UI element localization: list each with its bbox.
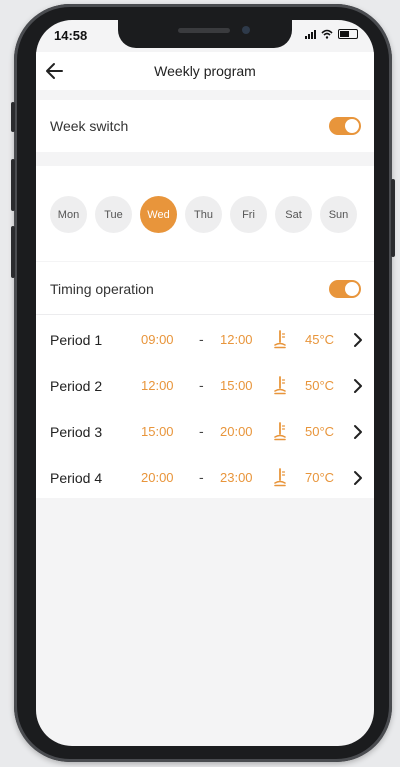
period-label: Period 2 (50, 378, 103, 394)
period-start-time[interactable]: 12:00 (141, 378, 174, 393)
power-button (391, 179, 395, 257)
app-screen: 14:58 Weekly program Week switch Mon Tue W… (36, 20, 374, 746)
period-row[interactable]: Period 2 12:00 - 15:00 50°C (36, 364, 374, 410)
period-end-time[interactable]: 15:00 (220, 378, 253, 393)
chevron-right-icon[interactable] (352, 466, 364, 490)
period-end-time[interactable]: 12:00 (220, 332, 253, 347)
thermometer-icon (274, 376, 286, 395)
thermometer-icon (274, 330, 286, 349)
period-label: Period 3 (50, 424, 103, 440)
period-row[interactable]: Period 3 15:00 - 20:00 50°C (36, 410, 374, 456)
period-temperature[interactable]: 50°C (305, 424, 334, 439)
thermometer-icon (274, 422, 286, 441)
period-separator: - (199, 469, 204, 485)
day-selector: Mon Tue Wed Thu Fri Sat Sun (36, 166, 374, 261)
page-title: Weekly program (154, 63, 256, 79)
day-wed[interactable]: Wed (140, 196, 177, 233)
week-switch-row: Week switch (36, 100, 374, 152)
period-temperature[interactable]: 45°C (305, 332, 334, 347)
notch (118, 20, 292, 48)
period-label: Period 4 (50, 470, 103, 486)
thermometer-icon (274, 468, 286, 487)
volume-down-button (11, 226, 15, 278)
chevron-right-icon[interactable] (352, 374, 364, 398)
period-temperature[interactable]: 70°C (305, 470, 334, 485)
battery-icon (338, 29, 358, 39)
wifi-icon (321, 29, 333, 39)
app-header: Weekly program (36, 52, 374, 90)
timing-operation-label: Timing operation (50, 281, 154, 297)
chevron-right-icon[interactable] (352, 420, 364, 444)
period-start-time[interactable]: 20:00 (141, 470, 174, 485)
week-switch-toggle[interactable] (329, 117, 361, 135)
period-label: Period 1 (50, 332, 103, 348)
mute-switch (11, 102, 15, 132)
timing-section: Timing operation Period 1 09:00 - 12:00 45°C… (36, 262, 374, 498)
speaker (178, 28, 230, 33)
day-sat[interactable]: Sat (275, 196, 312, 233)
timing-operation-toggle[interactable] (329, 280, 361, 298)
chevron-right-icon[interactable] (352, 328, 364, 352)
period-temperature[interactable]: 50°C (305, 378, 334, 393)
period-separator: - (199, 377, 204, 393)
day-mon[interactable]: Mon (50, 196, 87, 233)
week-switch-label: Week switch (50, 118, 129, 134)
divider (36, 314, 374, 315)
period-start-time[interactable]: 15:00 (141, 424, 174, 439)
period-separator: - (199, 423, 204, 439)
period-start-time[interactable]: 09:00 (141, 332, 174, 347)
period-end-time[interactable]: 20:00 (220, 424, 253, 439)
day-sun[interactable]: Sun (320, 196, 357, 233)
day-fri[interactable]: Fri (230, 196, 267, 233)
status-icons (305, 29, 358, 39)
period-row[interactable]: Period 4 20:00 - 23:00 70°C (36, 456, 374, 502)
period-row[interactable]: Period 1 09:00 - 12:00 45°C (36, 318, 374, 364)
day-tue[interactable]: Tue (95, 196, 132, 233)
signal-icon (305, 29, 316, 39)
day-thu[interactable]: Thu (185, 196, 222, 233)
camera (242, 26, 250, 34)
volume-up-button (11, 159, 15, 211)
period-separator: - (199, 331, 204, 347)
period-end-time[interactable]: 23:00 (220, 470, 253, 485)
status-time: 14:58 (54, 28, 88, 43)
